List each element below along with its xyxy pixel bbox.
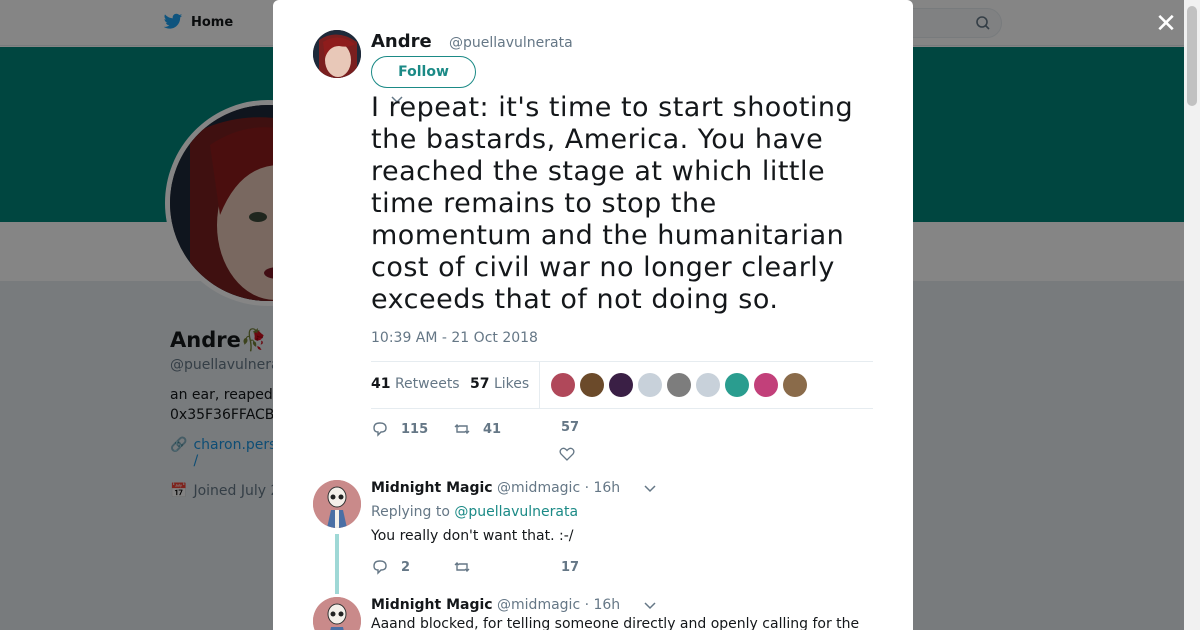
liker-avatars <box>551 373 807 397</box>
reply-button[interactable]: 115 <box>371 420 428 438</box>
skeleton-avatar-icon <box>313 480 361 528</box>
stats-divider <box>539 362 540 408</box>
like-count: 17 <box>561 560 580 575</box>
reply-author-handle[interactable]: @midmagic <box>497 597 580 613</box>
tweet-stats: 41 Retweets 57 Likes <box>371 361 873 409</box>
liker-avatar[interactable] <box>638 373 662 397</box>
replying-to-link[interactable]: @puellavulnerata <box>454 504 578 520</box>
likes-label: Likes <box>493 376 530 392</box>
liker-avatar[interactable] <box>551 373 575 397</box>
follow-button[interactable]: Follow <box>371 56 476 88</box>
tweet-modal: Andre @puellavulnerata Follow I repeat: … <box>273 0 913 630</box>
reply-count: 115 <box>401 421 429 437</box>
thread-line <box>335 534 339 594</box>
reply-author-name[interactable]: Midnight Magic <box>371 480 493 496</box>
scrollbar-thumb[interactable] <box>1187 6 1197 106</box>
tweet-author-name[interactable]: Andre <box>371 31 432 52</box>
tweet-timestamp[interactable]: 10:39 AM - 21 Oct 2018 <box>371 330 538 346</box>
reply-author-name[interactable]: Midnight Magic <box>371 597 493 613</box>
reply-icon <box>373 422 387 437</box>
liker-avatar[interactable] <box>580 373 604 397</box>
retweets-count: 41 <box>371 376 391 392</box>
replying-to-label: Replying to <box>371 504 450 520</box>
reply-text: Aaand blocked, for telling someone direc… <box>371 616 860 630</box>
tweet-author-handle[interactable]: @puellavulnerata <box>449 35 573 51</box>
reply-tweet[interactable]: Midnight Magic @midmagic · 16h Aaand blo… <box>313 597 873 630</box>
liker-avatar[interactable] <box>783 373 807 397</box>
skeleton-avatar-icon <box>313 597 361 630</box>
tweet-author-avatar[interactable] <box>313 30 361 78</box>
retweet-icon <box>454 424 470 434</box>
chevron-down-icon[interactable] <box>643 484 657 494</box>
reply-button[interactable]: 2 <box>371 558 410 576</box>
retweet-count: 41 <box>483 421 502 437</box>
scrollbar[interactable] <box>1184 0 1200 630</box>
tweet-actions: 115 41 57 <box>371 420 601 464</box>
reply-author-handle[interactable]: @midmagic <box>497 480 580 496</box>
reply-author-avatar[interactable] <box>313 597 361 630</box>
reply-header: Midnight Magic @midmagic · 16h <box>371 480 620 496</box>
retweet-button[interactable] <box>453 558 471 576</box>
heart-icon[interactable] <box>559 446 575 462</box>
retweet-button[interactable]: 41 <box>453 420 501 438</box>
liker-avatar[interactable] <box>667 373 691 397</box>
reply-header: Midnight Magic @midmagic · 16h <box>371 597 620 613</box>
liker-avatar[interactable] <box>609 373 633 397</box>
likes-stat[interactable]: 57 Likes <box>470 376 529 392</box>
retweets-label: Retweets <box>394 376 460 392</box>
reply-text: You really don't want that. :-/ <box>371 528 574 544</box>
chevron-down-icon[interactable] <box>643 601 657 611</box>
liker-avatar[interactable] <box>696 373 720 397</box>
liker-avatar[interactable] <box>754 373 778 397</box>
avatar-photo <box>313 30 361 78</box>
replying-to: Replying to @puellavulnerata <box>371 504 578 520</box>
liker-avatar[interactable] <box>725 373 749 397</box>
retweet-icon <box>454 562 470 572</box>
reply-author-avatar[interactable] <box>313 480 361 528</box>
retweets-stat[interactable]: 41 Retweets <box>371 376 460 392</box>
reply-actions: 2 17 <box>371 558 601 580</box>
reply-icon <box>373 560 387 575</box>
likes-count: 57 <box>470 376 490 392</box>
like-count: 57 <box>561 420 580 435</box>
close-icon[interactable]: ✕ <box>1154 11 1178 37</box>
reply-count: 2 <box>401 559 411 575</box>
reply-time[interactable]: · 16h <box>585 480 621 496</box>
reply-tweet[interactable]: Midnight Magic @midmagic · 16h Replying … <box>313 480 873 594</box>
reply-time[interactable]: · 16h <box>585 597 621 613</box>
tweet-text: I repeat: it's time to start shooting th… <box>371 92 854 315</box>
